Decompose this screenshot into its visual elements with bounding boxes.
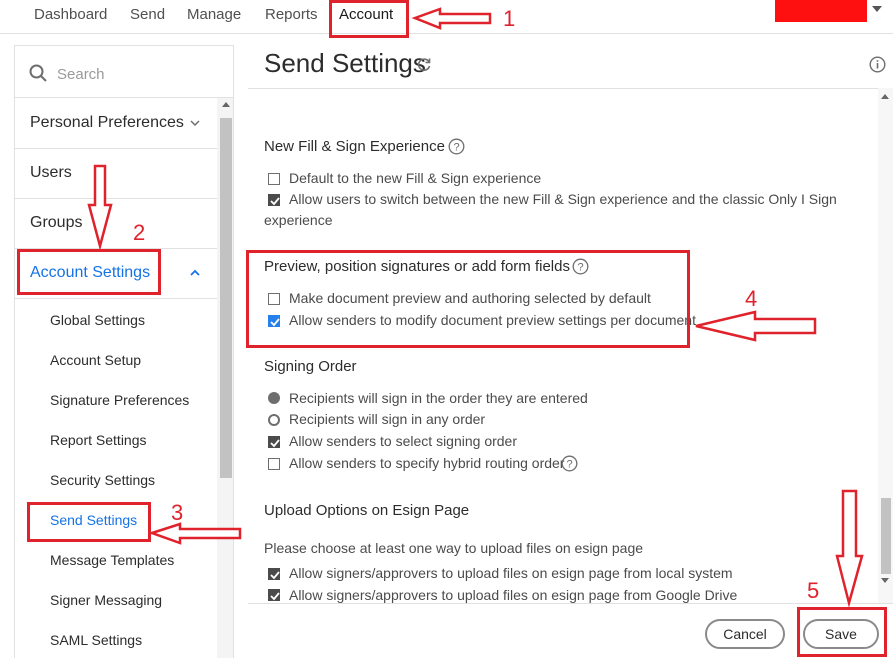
arrow-2-icon [87, 164, 113, 251]
arrow-5-icon [835, 489, 864, 608]
annotation-arrows [87, 7, 864, 608]
arrow-1-icon [411, 7, 492, 30]
arrow-3-icon [148, 522, 242, 545]
arrow-4-icon [695, 310, 817, 342]
